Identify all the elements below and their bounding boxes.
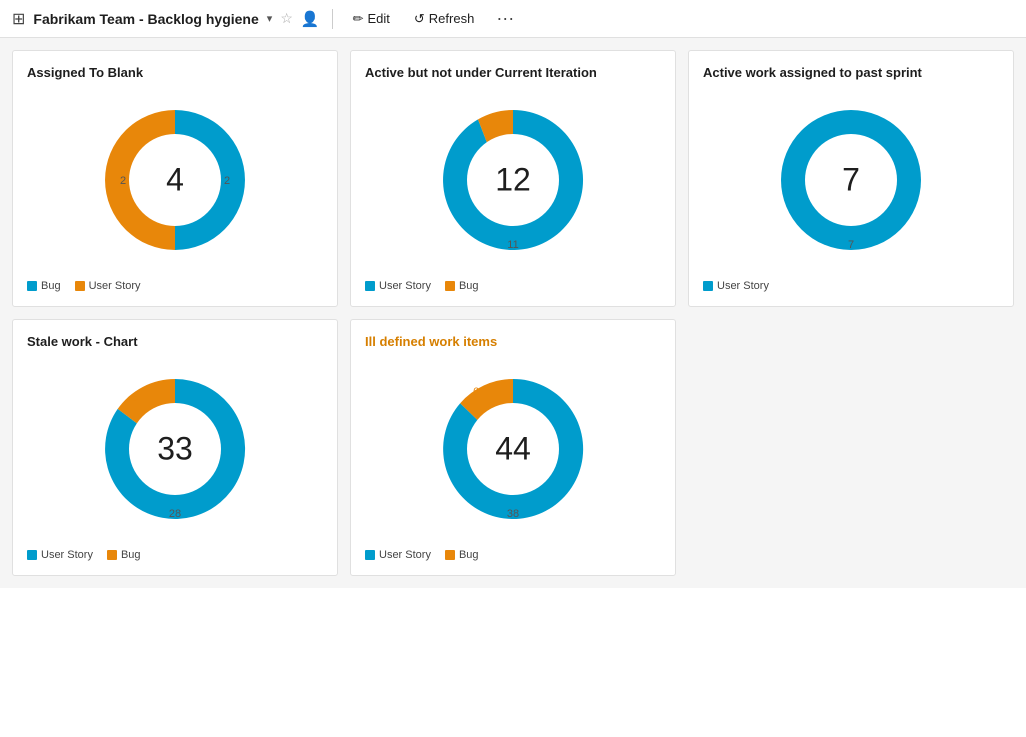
legend-label: User Story xyxy=(717,280,769,292)
legend-user-story: User Story xyxy=(703,280,769,292)
svg-text:6: 6 xyxy=(473,386,479,398)
svg-text:38: 38 xyxy=(507,508,519,520)
legend-dot-blue xyxy=(27,281,37,291)
legend-dot-orange xyxy=(445,550,455,560)
widget-stale-work: Stale work - Chart 28 5 33 User Sto xyxy=(12,319,338,576)
donut-total: 4 xyxy=(166,162,184,199)
legend-bug: Bug xyxy=(445,280,479,292)
edit-button[interactable]: ✏ Edit xyxy=(345,7,398,31)
topbar: ⊞ Fabrikam Team - Backlog hygiene ▾ ☆ 👤 … xyxy=(0,0,1026,38)
chevron-down-icon[interactable]: ▾ xyxy=(267,12,273,25)
favorite-icon[interactable]: ☆ xyxy=(280,10,293,27)
legend: User Story Bug xyxy=(27,549,323,561)
edit-label: Edit xyxy=(367,11,389,26)
topbar-title: Fabrikam Team - Backlog hygiene xyxy=(33,11,258,27)
edit-icon: ✏ xyxy=(353,11,364,27)
legend: Bug User Story xyxy=(27,280,323,292)
chart-area: 28 5 33 xyxy=(27,359,323,539)
chart-area: 11 1 12 xyxy=(365,90,661,270)
legend-dot-orange xyxy=(75,281,85,291)
widget-title: Active work assigned to past sprint xyxy=(703,65,999,80)
legend-bug: Bug xyxy=(107,549,141,561)
widget-title: Assigned To Blank xyxy=(27,65,323,80)
legend-dot-blue xyxy=(365,550,375,560)
legend-bug: Bug xyxy=(27,280,61,292)
legend-label: User Story xyxy=(379,280,431,292)
separator xyxy=(332,9,333,29)
donut-total: 44 xyxy=(495,431,531,468)
refresh-icon: ↺ xyxy=(414,11,425,27)
svg-text:2: 2 xyxy=(120,175,126,187)
widget-active-not-current-iteration: Active but not under Current Iteration xyxy=(350,50,676,307)
svg-text:7: 7 xyxy=(848,239,854,251)
legend-dot-blue xyxy=(703,281,713,291)
donut-chart: 28 5 33 xyxy=(95,369,255,529)
chart-area: 2 2 4 xyxy=(27,90,323,270)
legend-label: User Story xyxy=(41,549,93,561)
legend: User Story Bug xyxy=(365,549,661,561)
legend-user-story: User Story xyxy=(75,280,141,292)
widget-title: Stale work - Chart xyxy=(27,334,323,349)
legend-dot-orange xyxy=(107,550,117,560)
legend-user-story: User Story xyxy=(27,549,93,561)
widget-title: Active but not under Current Iteration xyxy=(365,65,661,80)
widget-title: Ill defined work items xyxy=(365,334,661,349)
legend-dot-blue xyxy=(27,550,37,560)
empty-cell xyxy=(688,319,1014,576)
widget-assigned-to-blank: Assigned To Blank 2 2 4 xyxy=(12,50,338,307)
person-icon[interactable]: 👤 xyxy=(301,10,320,28)
donut-total: 7 xyxy=(842,162,860,199)
donut-total: 12 xyxy=(495,162,531,199)
legend-user-story: User Story xyxy=(365,549,431,561)
legend-label-user-story: User Story xyxy=(89,280,141,292)
chart-area: 7 7 xyxy=(703,90,999,270)
legend: User Story xyxy=(703,280,999,292)
legend-label-bug: Bug xyxy=(459,280,479,292)
chart-area: 38 6 44 xyxy=(365,359,661,539)
legend-label: User Story xyxy=(379,549,431,561)
donut-chart: 2 2 4 xyxy=(95,100,255,260)
grid-icon: ⊞ xyxy=(12,9,25,29)
svg-text:28: 28 xyxy=(169,508,181,520)
refresh-button[interactable]: ↺ Refresh xyxy=(406,7,482,31)
legend: User Story Bug xyxy=(365,280,661,292)
donut-total: 33 xyxy=(157,431,193,468)
widget-active-past-sprint: Active work assigned to past sprint 7 7 … xyxy=(688,50,1014,307)
more-options-icon[interactable]: ··· xyxy=(490,6,520,31)
refresh-label: Refresh xyxy=(429,11,475,26)
legend-label-bug: Bug xyxy=(459,549,479,561)
svg-text:11: 11 xyxy=(507,239,518,251)
svg-text:5: 5 xyxy=(132,392,138,404)
legend-dot-orange xyxy=(445,281,455,291)
legend-user-story: User Story xyxy=(365,280,431,292)
svg-text:2: 2 xyxy=(224,175,230,187)
legend-bug: Bug xyxy=(445,549,479,561)
legend-label-bug: Bug xyxy=(41,280,61,292)
legend-label-bug: Bug xyxy=(121,549,141,561)
dashboard: Assigned To Blank 2 2 4 xyxy=(0,38,1026,588)
svg-text:1: 1 xyxy=(497,113,503,125)
donut-chart: 11 1 12 xyxy=(433,100,593,260)
donut-chart: 7 7 xyxy=(771,100,931,260)
widget-ill-defined: Ill defined work items 38 6 44 User xyxy=(350,319,676,576)
legend-dot-blue xyxy=(365,281,375,291)
donut-chart: 38 6 44 xyxy=(433,369,593,529)
